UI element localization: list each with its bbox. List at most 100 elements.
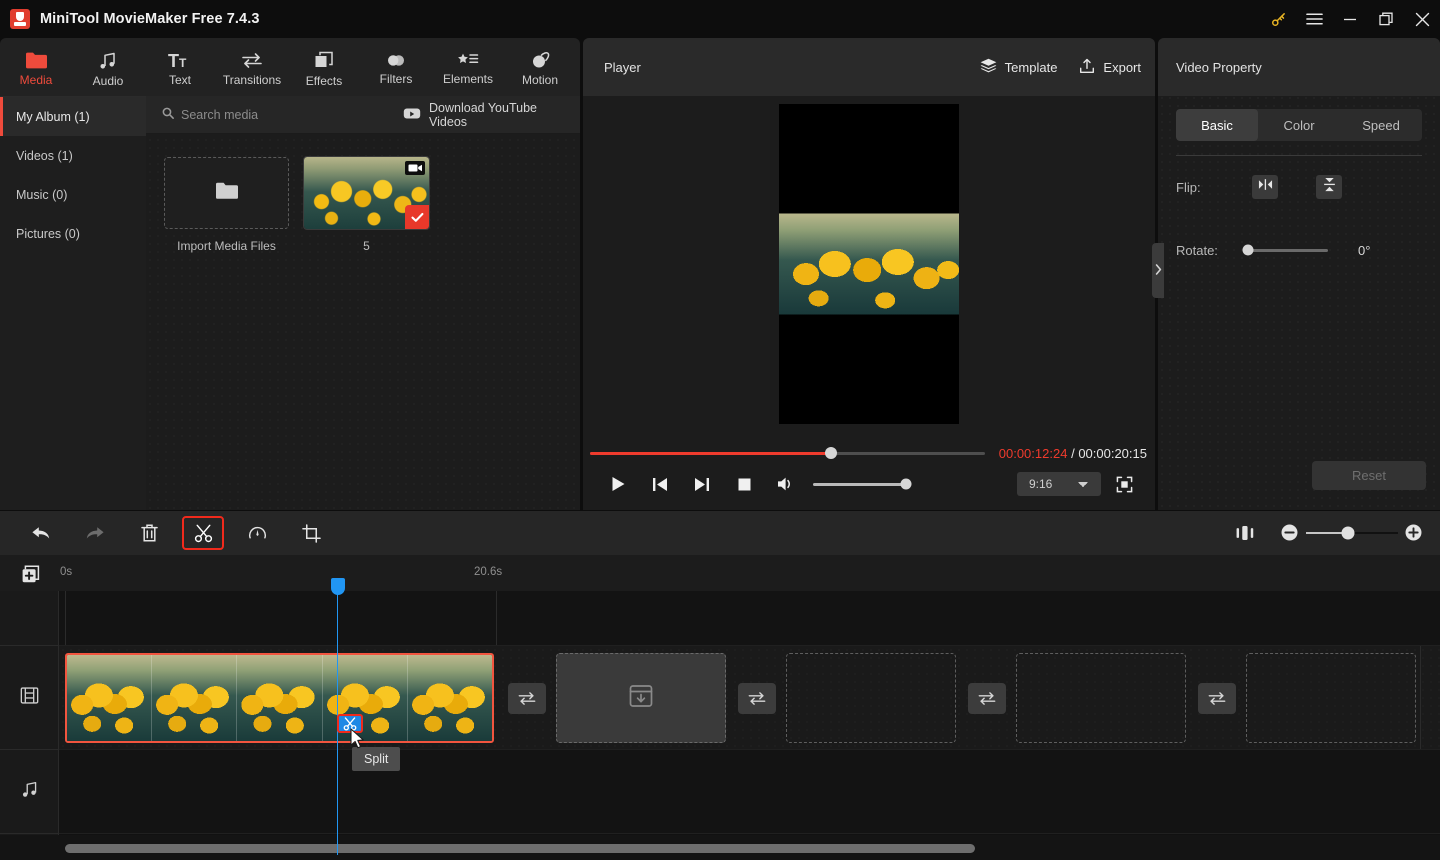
template-button[interactable]: Template (980, 58, 1058, 76)
album-label: Music (0) (16, 187, 68, 202)
split-button[interactable] (182, 516, 224, 550)
download-box-icon (628, 683, 654, 714)
zoom-slider[interactable] (1306, 526, 1398, 540)
reset-button[interactable]: Reset (1312, 461, 1426, 490)
clip-frame (67, 655, 153, 741)
check-icon[interactable] (405, 205, 429, 229)
search-input[interactable] (181, 107, 371, 122)
fit-to-window-icon[interactable] (1228, 519, 1262, 547)
volume-slider[interactable] (813, 478, 912, 490)
tab-basic[interactable]: Basic (1176, 109, 1258, 141)
nav-item-audio[interactable]: Audio (72, 42, 144, 96)
speed-button[interactable] (238, 518, 276, 548)
search-box[interactable] (162, 106, 373, 124)
youtube-download-icon (403, 107, 421, 123)
download-youtube-button[interactable]: Download YouTube Videos (403, 101, 564, 129)
media-toolbar: Download YouTube Videos (146, 96, 580, 134)
redo-button[interactable] (76, 518, 114, 548)
tab-speed[interactable]: Speed (1340, 109, 1422, 141)
sidebar-item-music[interactable]: Music (0) (0, 175, 146, 214)
flip-horizontal-button[interactable] (1252, 175, 1278, 199)
media-placeholder-slot[interactable] (786, 653, 956, 743)
nav-item-motion[interactable]: Motion (504, 42, 576, 96)
layers-icon (980, 58, 997, 76)
elements-star-list-icon (457, 52, 479, 69)
playhead-handle[interactable] (331, 578, 345, 595)
timeline-scrollbar[interactable] (0, 835, 1440, 860)
sidebar-item-my-album[interactable]: My Album (1) (0, 97, 146, 136)
rotate-slider[interactable] (1242, 244, 1328, 256)
undo-button[interactable] (22, 518, 60, 548)
nav-item-text[interactable]: T T Text (144, 42, 216, 96)
seek-handle[interactable] (824, 447, 837, 459)
volume-button[interactable] (765, 468, 807, 500)
rotate-label: Rotate: (1176, 242, 1218, 258)
svg-text:T: T (179, 56, 187, 70)
timeline-scrollbar-thumb[interactable] (65, 844, 975, 853)
track-header-audio[interactable] (0, 750, 58, 834)
transition-slot-button[interactable] (1198, 683, 1236, 714)
volume-handle[interactable] (900, 478, 912, 490)
rotate-handle[interactable] (1242, 244, 1254, 256)
nav-item-transitions[interactable]: Transitions (216, 42, 288, 96)
key-icon[interactable] (1260, 0, 1296, 38)
import-media-files-button[interactable] (164, 157, 289, 229)
zoom-in-icon[interactable] (1404, 523, 1424, 543)
nav-item-media[interactable]: Media (0, 42, 72, 96)
app-root: MiniTool MovieMaker Free 7.4.3 Media Aud… (0, 0, 1440, 860)
media-placeholder-slot[interactable] (1246, 653, 1416, 743)
maximize-icon[interactable] (1368, 0, 1404, 38)
prev-frame-button[interactable] (639, 468, 681, 500)
track-header-text[interactable] (0, 591, 58, 646)
current-time: 00:00:12:24 (998, 445, 1068, 461)
media-placeholder-slot[interactable] (556, 653, 726, 743)
play-button[interactable] (597, 468, 639, 500)
media-item-thumbnail[interactable] (303, 156, 430, 230)
stop-button[interactable] (723, 468, 765, 500)
next-frame-button[interactable] (681, 468, 723, 500)
transition-slot-button[interactable] (968, 683, 1006, 714)
player-controls: 00:00:12:24 / 00:00:20:15 9:16 (583, 432, 1155, 510)
video-clip[interactable] (65, 653, 494, 743)
flip-vertical-button[interactable] (1316, 175, 1342, 199)
crop-button[interactable] (292, 518, 330, 548)
transition-slot-button[interactable] (738, 683, 776, 714)
export-button[interactable]: Export (1079, 58, 1141, 77)
track-gridline (1420, 646, 1421, 749)
aspect-ratio-select[interactable]: 16:99:164:31:121:9 (1017, 472, 1101, 496)
nav-item-effects[interactable]: Effects (288, 42, 360, 96)
seek-bar[interactable] (590, 447, 985, 459)
nav-item-elements[interactable]: Elements (432, 42, 504, 96)
timeline-ruler[interactable]: 0s 20.6s (0, 555, 1440, 591)
download-youtube-label: Download YouTube Videos (429, 100, 537, 129)
preview-canvas[interactable] (779, 104, 959, 424)
zoom-out-icon[interactable] (1280, 523, 1300, 543)
zoom-handle[interactable] (1341, 526, 1355, 540)
panel-collapse-handle[interactable] (1152, 243, 1164, 298)
minitool-logo-icon (10, 9, 30, 29)
sidebar-item-pictures[interactable]: Pictures (0) (0, 214, 146, 253)
video-track[interactable] (59, 646, 1440, 750)
sidebar-item-videos[interactable]: Videos (1) (0, 136, 146, 175)
template-label: Template (1004, 59, 1058, 75)
delete-button[interactable] (130, 518, 168, 548)
music-note-icon (98, 51, 118, 71)
menu-icon[interactable] (1296, 0, 1332, 38)
fullscreen-icon[interactable] (1107, 469, 1141, 499)
transition-slot-button[interactable] (508, 683, 546, 714)
close-icon[interactable] (1404, 0, 1440, 38)
import-media-files-label: Import Media Files (177, 239, 276, 253)
minimize-icon[interactable] (1332, 0, 1368, 38)
add-track-icon[interactable] (20, 563, 42, 585)
audio-track[interactable] (59, 750, 1440, 834)
tab-color[interactable]: Color (1258, 109, 1340, 141)
nav-item-label: Effects (305, 73, 343, 88)
app-title: MiniTool MovieMaker Free 7.4.3 (40, 11, 260, 27)
nav-item-label: Media (19, 73, 53, 87)
text-track[interactable] (59, 591, 1440, 646)
media-placeholder-slot[interactable] (1016, 653, 1186, 743)
track-header-video[interactable] (0, 646, 58, 750)
text-icon: T T (168, 51, 192, 70)
nav-item-filters[interactable]: Filters (360, 42, 432, 96)
tab-label: Color (1283, 117, 1315, 133)
